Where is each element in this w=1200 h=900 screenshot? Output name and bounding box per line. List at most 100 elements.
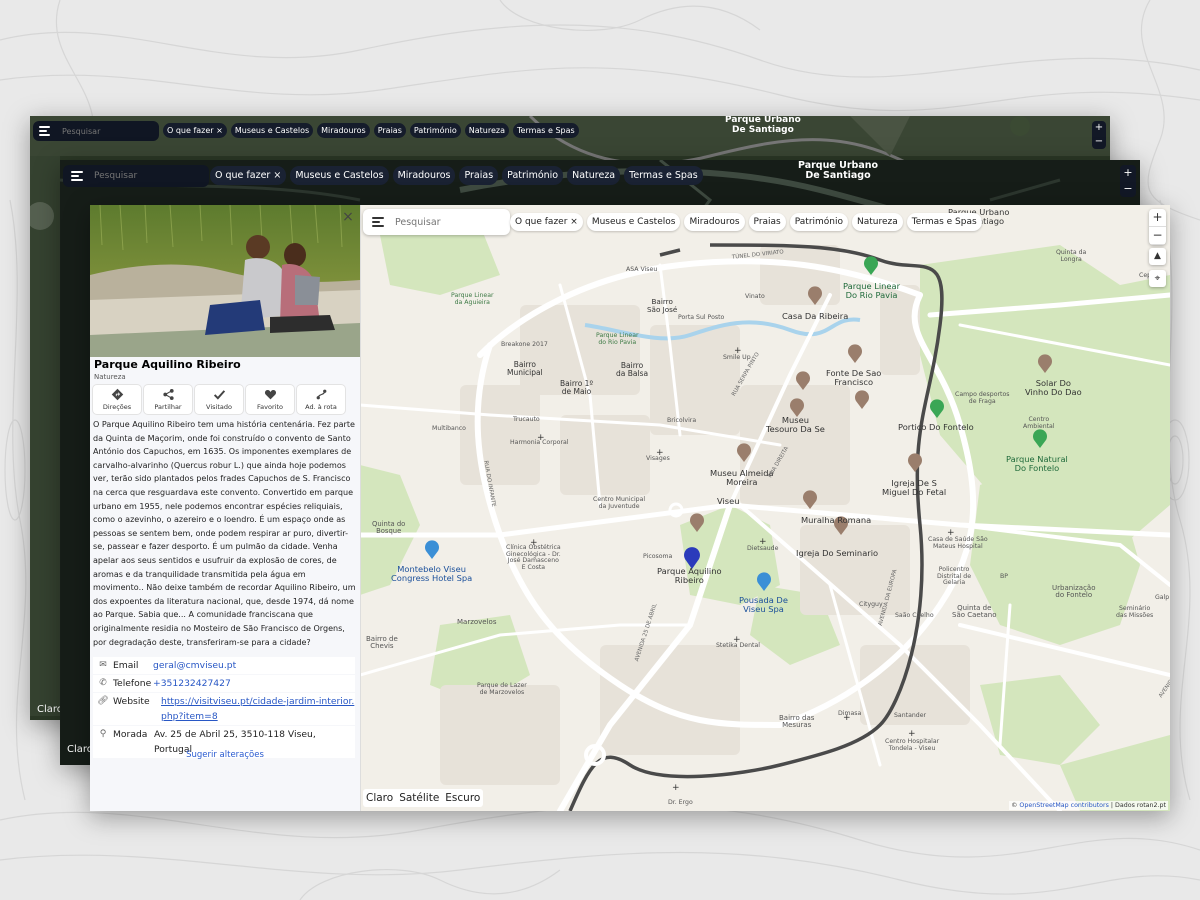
chip-natureza[interactable]: Natureza xyxy=(464,123,509,138)
map-label: Igreja Do Seminario xyxy=(796,548,879,558)
map-label: Campo desportos de Fraga xyxy=(955,391,1010,405)
menu-icon[interactable] xyxy=(71,171,84,181)
map-label: Parque de Lazer de Marzovelos xyxy=(477,682,527,696)
contact-phone: ✆ Telefone +351232427427 xyxy=(93,675,355,692)
map-label: Centro Hospitalar Tondela - Viseu xyxy=(885,738,940,752)
svg-text:+: + xyxy=(672,783,680,793)
map-label: Galp xyxy=(1155,594,1170,601)
map-label: Museu Tesouro Da Se xyxy=(766,415,825,434)
map-label: Parque Linear do Rio Pavia xyxy=(596,332,639,346)
map-label: Multibanco xyxy=(432,425,466,432)
map-label: Quinta do Bosque xyxy=(372,520,406,536)
chip-natureza[interactable]: Natureza xyxy=(852,213,903,231)
chip-natureza[interactable]: Natureza xyxy=(567,166,621,185)
map-style-claro[interactable]: Claro xyxy=(363,789,396,807)
map-label: Urbanização do Fontelo xyxy=(1052,584,1096,600)
chip-patrimonio[interactable]: Património xyxy=(789,213,849,231)
place-title: Parque Aquilino Ribeiro xyxy=(94,358,241,371)
zoom-in-button[interactable]: + xyxy=(1120,165,1136,181)
website-link[interactable]: https://visitviseu.pt/cidade-jardim-inte… xyxy=(161,696,354,722)
map-label: Cityguy xyxy=(859,601,883,608)
chip-o-que-fazer[interactable]: O que fazer × xyxy=(210,166,287,185)
map-label: Museu Almeida Moreira xyxy=(710,468,774,487)
visited-button[interactable]: Visitado xyxy=(195,385,243,414)
map-label: Parque Natural Do Fontelo xyxy=(1006,454,1068,473)
chip-patrimonio[interactable]: Património xyxy=(409,123,461,138)
place-actions: Direções Partilhar Visitado Favorito Ad.… xyxy=(93,385,345,414)
phone-link[interactable]: +351232427427 xyxy=(153,678,231,689)
zoom-out-button[interactable]: − xyxy=(1120,181,1136,197)
menu-icon[interactable] xyxy=(372,217,385,227)
chip-patrimonio[interactable]: Património xyxy=(502,166,564,185)
zoom-in-button[interactable]: + xyxy=(1149,209,1166,227)
search-input[interactable] xyxy=(92,170,196,182)
close-icon[interactable]: × xyxy=(340,209,356,225)
place-photo xyxy=(90,205,360,357)
search-bar[interactable] xyxy=(33,121,159,141)
map-style-satelite[interactable]: Satélite xyxy=(396,789,442,807)
map-label: Parque Linear Do Rio Pavia xyxy=(843,281,901,300)
map-label: Bairro de Chevis xyxy=(366,635,398,651)
map-style-escuro[interactable]: Escuro xyxy=(442,789,483,807)
map-label-parque-urbano: Parque Urbano De Santiago xyxy=(798,160,879,182)
osm-link[interactable]: OpenStreetMap contributors xyxy=(1019,802,1109,809)
map-attribution: © OpenStreetMap contributors | Dados rot… xyxy=(1009,801,1168,810)
map-label: Stetika Dental xyxy=(716,642,760,649)
zoom-in-button[interactable]: + xyxy=(1092,121,1106,135)
map-label: Saão Coelho xyxy=(895,612,934,619)
add-to-route-button[interactable]: Ad. à rota xyxy=(297,385,345,414)
chip-museus-castelos[interactable]: Museus e Castelos xyxy=(290,166,389,185)
zoom-out-button[interactable]: − xyxy=(1092,135,1106,149)
search-bar[interactable] xyxy=(363,209,510,235)
place-description: O Parque Aquilino Ribeiro tem uma histór… xyxy=(93,420,356,647)
search-bar[interactable] xyxy=(63,165,209,187)
map-label: Smile Up xyxy=(723,354,751,361)
search-input[interactable] xyxy=(393,215,497,229)
locate-icon[interactable]: ⌖ xyxy=(1149,270,1166,287)
chip-museus-castelos[interactable]: Museus e Castelos xyxy=(586,213,681,231)
route-icon xyxy=(316,389,326,400)
link-icon: 🔗︎ xyxy=(97,696,109,706)
chip-miradouros[interactable]: Miradouros xyxy=(392,166,456,185)
chip-termas-spas[interactable]: Termas e Spas xyxy=(513,123,579,138)
map-canvas[interactable]: +++ +++ +++ + Parque UrbanoDe Santiago Q… xyxy=(360,205,1170,811)
map-label: Parque Linear da Aguieira xyxy=(451,292,494,306)
map-label: Quinta de São Caetano xyxy=(952,604,997,620)
map-style-switcher: Claro Satélite Escuro xyxy=(363,789,484,807)
chip-praias[interactable]: Praias xyxy=(373,123,406,138)
favorite-button[interactable]: Favorito xyxy=(246,385,294,414)
zoom-out-button[interactable]: − xyxy=(1149,227,1166,245)
map-window-light-front: +++ +++ +++ + Parque UrbanoDe Santiago Q… xyxy=(90,205,1170,811)
chip-o-que-fazer[interactable]: O que fazer × xyxy=(163,123,227,138)
chip-miradouros[interactable]: Miradouros xyxy=(684,213,745,231)
contact-email: ✉ Email geral@cmviseu.pt xyxy=(93,657,355,674)
contact-website: 🔗︎ Website https://visitviseu.pt/cidade-… xyxy=(93,693,355,725)
close-icon[interactable]: × xyxy=(570,217,578,227)
menu-icon[interactable] xyxy=(39,126,52,136)
chip-museus-castelos[interactable]: Museus e Castelos xyxy=(230,123,314,138)
map-label: ASA Viseu xyxy=(626,266,658,273)
directions-button[interactable]: Direções xyxy=(93,385,141,414)
heritage-markers xyxy=(690,286,1052,535)
map-label: Dietsaude xyxy=(747,545,779,552)
chip-praias[interactable]: Praias xyxy=(748,213,786,231)
map-label-parque-urbano: Parque Urbano De Santiago xyxy=(725,116,801,135)
search-input[interactable] xyxy=(60,125,154,137)
share-button[interactable]: Partilhar xyxy=(144,385,192,414)
email-link[interactable]: geral@cmviseu.pt xyxy=(153,660,236,671)
chip-miradouros[interactable]: Miradouros xyxy=(317,123,370,138)
map-label: Centro Ambiental xyxy=(1023,416,1055,430)
close-icon[interactable]: × xyxy=(216,126,223,135)
map-label: Bricolvira xyxy=(667,417,697,424)
chip-termas-spas[interactable]: Termas e Spas xyxy=(624,166,703,185)
zoom-controls: + − xyxy=(1149,209,1166,245)
map-label: Bairro São José xyxy=(647,297,678,314)
chip-o-que-fazer[interactable]: O que fazer × xyxy=(510,213,583,231)
close-icon[interactable]: × xyxy=(273,170,281,181)
compass-icon[interactable]: ▲ xyxy=(1149,248,1166,265)
zoom-controls: + − xyxy=(1120,165,1136,197)
chip-praias[interactable]: Praias xyxy=(459,166,499,185)
map-label: Porta Sul Posto xyxy=(678,314,725,321)
chip-termas-spas[interactable]: Termas e Spas xyxy=(906,213,982,231)
suggest-changes-link[interactable]: Sugerir alterações xyxy=(90,750,360,760)
